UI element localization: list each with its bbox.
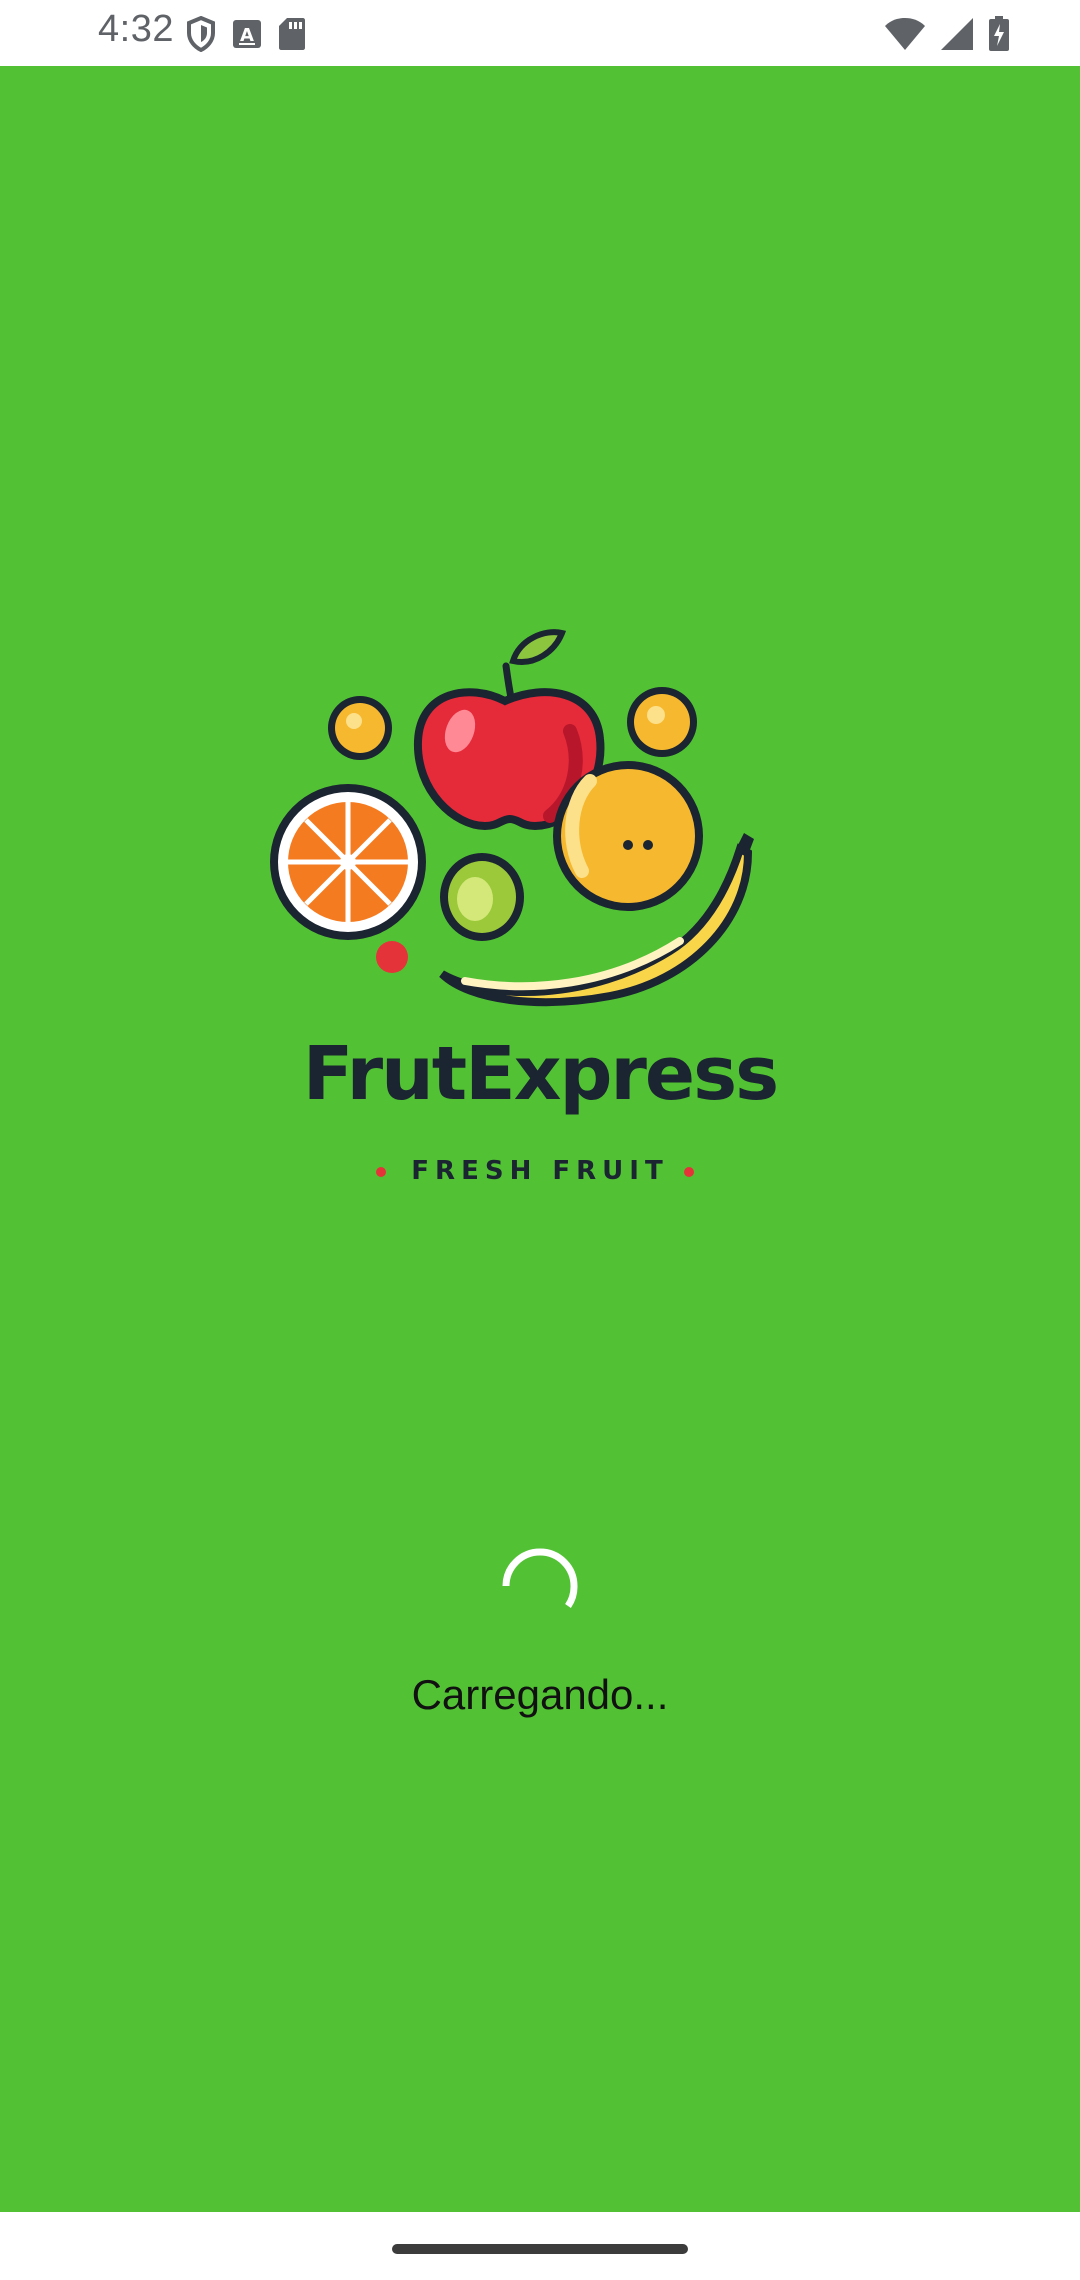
shield-icon	[186, 16, 216, 52]
navigation-bar	[0, 2212, 1080, 2280]
loading-spinner	[500, 1546, 580, 1626]
loading-text: Carregando...	[411, 1671, 669, 1718]
status-right-icons	[884, 14, 1010, 54]
svg-text:A: A	[240, 25, 254, 46]
splash-background: FrutExpress FRESH FRUIT Carregando...	[0, 66, 1080, 2212]
frutexpress-logo: FrutExpress FRESH FRUIT	[270, 621, 810, 1271]
keyboard-icon: A	[232, 19, 262, 49]
splash-screen: 4:32 A FrutExpress FRESH FRUIT Carregand…	[0, 0, 1080, 2280]
brand-name: FrutExpress	[302, 1031, 779, 1117]
fruit-illustration	[270, 629, 754, 1007]
tagline-dot-right	[684, 1167, 694, 1177]
status-bar: 4:32 A	[0, 0, 1080, 66]
brand-tagline: FRESH FRUIT	[411, 1156, 669, 1186]
cell-signal-icon	[940, 17, 974, 51]
battery-charging-icon	[988, 16, 1010, 52]
wifi-icon	[884, 17, 926, 51]
status-time: 4:32	[98, 8, 174, 50]
status-left-icons: A	[186, 14, 306, 54]
home-indicator[interactable]	[392, 2244, 688, 2254]
sd-card-icon	[278, 17, 306, 51]
